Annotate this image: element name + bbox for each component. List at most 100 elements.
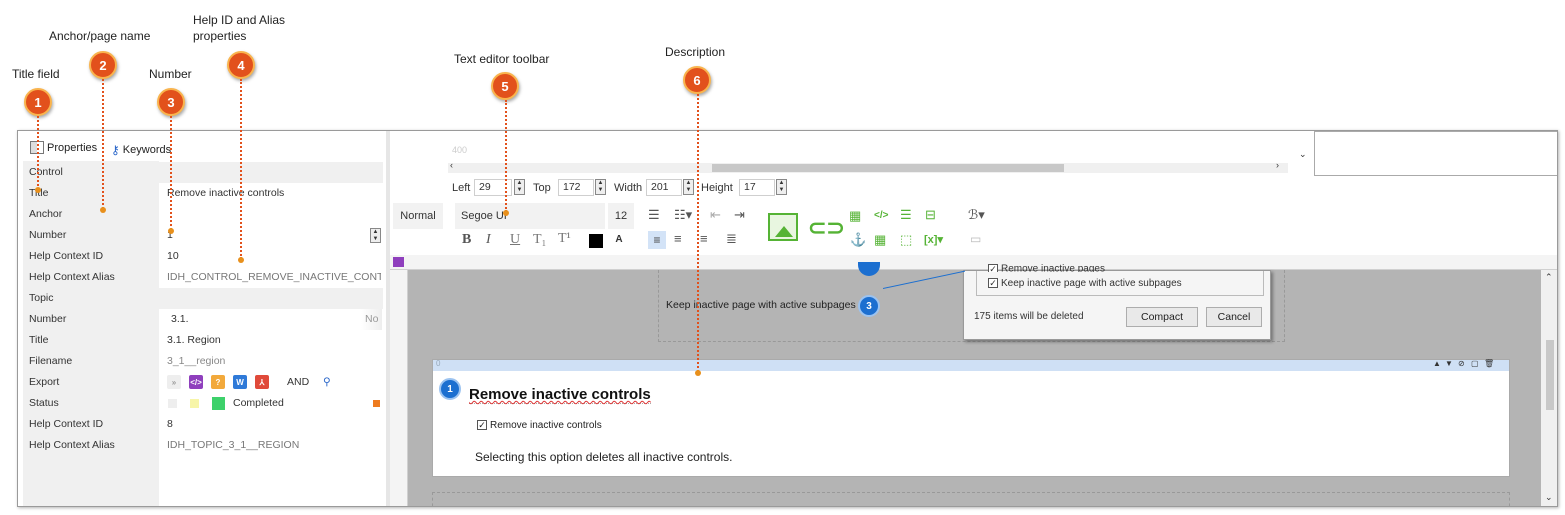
hide-icon[interactable]: ⊘	[1458, 359, 1465, 368]
top-spinner[interactable]: ▲ ▼	[595, 179, 606, 195]
bullet-list-icon[interactable]: ☰	[648, 207, 660, 223]
width-spinner[interactable]: ▲ ▼	[683, 179, 694, 195]
topic-help-alias-key: Help Context Alias	[29, 439, 115, 451]
control-help-id-input[interactable]: 10	[167, 246, 381, 267]
move-down-icon[interactable]: ▼	[1445, 359, 1453, 368]
control-anchor-row[interactable]: Anchor	[23, 204, 383, 225]
numbered-list-icon[interactable]: ☷▾	[674, 207, 692, 223]
tab-keywords[interactable]: ⚷ Keywords	[111, 143, 171, 157]
vscroll-down-arrow[interactable]: ⌄	[1545, 492, 1553, 503]
control-number-row[interactable]: Number 1 ▲ ▼	[23, 225, 383, 246]
control-anchor-key: Anchor	[29, 208, 63, 220]
tab-properties[interactable]: Properties	[30, 141, 97, 154]
pdf-export-icon[interactable]: ⅄	[255, 375, 269, 389]
horizontal-scrollbar[interactable]: ‹ ›	[448, 160, 1288, 173]
insert-video-icon[interactable]: ▦	[849, 208, 861, 224]
insert-toc-icon[interactable]: ☰	[900, 207, 912, 223]
move-up-icon[interactable]: ▲	[1433, 359, 1441, 368]
topic-status-row: Status Completed	[23, 393, 383, 414]
justify-icon[interactable]: ≣	[726, 231, 737, 247]
height-spinner[interactable]: ▲ ▼	[776, 179, 787, 195]
connector-5	[505, 100, 507, 212]
control-number-input[interactable]: 1	[167, 225, 381, 246]
item-description[interactable]: Selecting this option deletes all inacti…	[475, 450, 732, 464]
tab-keywords-label: Keywords	[122, 144, 172, 156]
insert-anchor-icon[interactable]: ⚓	[850, 232, 866, 248]
control-help-alias-input[interactable]: IDH_CONTROL_REMOVE_INACTIVE_CONTROL	[167, 267, 381, 288]
connector-1	[37, 116, 39, 190]
superscript-button[interactable]: T¹	[558, 231, 571, 247]
control-title-row[interactable]: Title Remove inactive controls	[23, 183, 383, 204]
control-title-input[interactable]: Remove inactive controls	[167, 183, 381, 204]
dialog-keep-checkbox[interactable]: ✓	[988, 278, 998, 289]
key-icon: ⚷	[111, 143, 120, 157]
insert-html-icon[interactable]: </>	[874, 210, 888, 221]
item-title[interactable]: Remove inactive controls	[469, 386, 651, 404]
outdent-icon[interactable]: ⇤	[710, 207, 721, 223]
dialog-keep-row[interactable]: ✓ Keep inactive page with active subpages	[988, 278, 1182, 289]
left-spinner[interactable]: ▲ ▼	[514, 179, 525, 195]
indent-icon[interactable]: ⇥	[734, 207, 745, 223]
item-checkbox[interactable]: ✓	[477, 420, 487, 431]
dropdown-arrow-icon[interactable]: ⌄	[1299, 149, 1307, 160]
control-help-id-row[interactable]: Help Context ID 10	[23, 246, 383, 267]
width-input[interactable]: 201	[646, 179, 682, 196]
delete-icon[interactable]: 🗑	[1484, 359, 1494, 368]
item-properties-icon[interactable]: ▢	[1471, 359, 1479, 368]
connector-2-end	[100, 207, 106, 213]
insert-variable-icon[interactable]: [x]▾	[924, 233, 943, 246]
comment-icon[interactable]: ▭	[970, 232, 981, 246]
status-swatch-orange[interactable]	[373, 400, 380, 407]
compact-button[interactable]: Compact	[1126, 307, 1198, 327]
html-export-icon[interactable]: </>	[189, 375, 203, 389]
status-swatch-white[interactable]	[168, 399, 177, 408]
bold-button[interactable]: B	[462, 232, 471, 248]
font-select[interactable]: Segoe UI	[455, 203, 605, 229]
export-condition-icon[interactable]: ⚲	[323, 372, 331, 393]
topic-number-no: No	[361, 309, 383, 330]
subscript-button[interactable]: T₁	[533, 232, 546, 248]
height-input[interactable]: 17	[739, 179, 775, 196]
vertical-scrollbar[interactable]: ⌃ ⌄	[1541, 270, 1557, 506]
status-swatch-green[interactable]	[212, 397, 225, 410]
insert-image-icon[interactable]	[768, 213, 798, 241]
vscroll-up-arrow[interactable]: ⌃	[1545, 272, 1553, 283]
callout-label-toolbar: Text editor toolbar	[454, 52, 550, 66]
align-left-icon[interactable]: ≡	[648, 231, 666, 249]
scroll-left-arrow[interactable]: ‹	[450, 160, 453, 170]
align-center-icon[interactable]: ≡	[674, 231, 682, 246]
all-formats-icon[interactable]: »	[167, 375, 181, 389]
spellcheck-icon[interactable]: ℬ▾	[968, 207, 985, 223]
highlight-button[interactable]: A	[612, 233, 626, 247]
cancel-button[interactable]: Cancel	[1206, 307, 1262, 327]
insert-snippet-icon[interactable]: ⬚	[900, 232, 912, 248]
insert-pagebreak-icon[interactable]: ⊟	[925, 207, 936, 223]
control-section-label: Control	[29, 166, 63, 178]
top-input[interactable]: 172	[558, 179, 594, 196]
insert-table-icon[interactable]: ▦	[874, 232, 886, 248]
style-select[interactable]: Normal	[393, 203, 443, 229]
item-checkbox-row[interactable]: ✓ Remove inactive controls	[477, 420, 602, 431]
topic-section: Topic	[23, 288, 383, 309]
font-size-select[interactable]: 12	[608, 203, 634, 229]
vscroll-thumb[interactable]	[1546, 340, 1554, 410]
scroll-thumb[interactable]	[712, 164, 1064, 172]
chm-export-icon[interactable]: ?	[211, 375, 225, 389]
insert-link-icon[interactable]: ⊂⊃	[808, 215, 845, 241]
callout-badge-5: 5	[491, 72, 519, 100]
status-swatch-yellow[interactable]	[190, 399, 199, 408]
html-view-icon[interactable]	[393, 257, 404, 267]
control-help-alias-row[interactable]: Help Context Alias IDH_CONTROL_REMOVE_INA…	[23, 267, 383, 288]
callout-label-description: Description	[665, 45, 726, 59]
italic-button[interactable]: I	[486, 232, 491, 248]
scroll-right-arrow[interactable]: ›	[1276, 160, 1279, 170]
align-right-icon[interactable]: ≡	[700, 231, 708, 246]
underline-button[interactable]: U	[510, 232, 520, 248]
callout-badge-2: 2	[89, 51, 117, 79]
prev-callout-badge: 3	[858, 295, 880, 317]
number-stepper[interactable]: ▲ ▼	[370, 228, 381, 243]
topic-filename-key: Filename	[29, 355, 73, 367]
text-color-button[interactable]	[589, 234, 603, 248]
topic-number-row: Number 3.1. No	[23, 309, 383, 330]
word-export-icon[interactable]: W	[233, 375, 247, 389]
